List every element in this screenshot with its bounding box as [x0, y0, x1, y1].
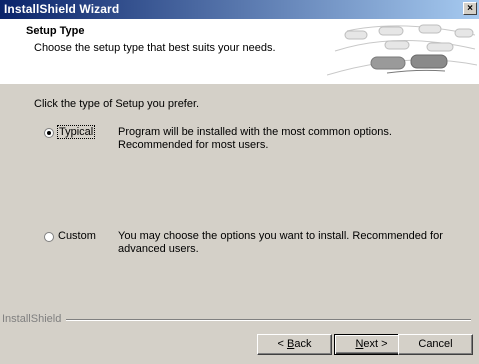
back-rest: ack: [294, 338, 312, 350]
copier-panel-illustration-icon: [327, 24, 477, 76]
page-subtitle: Choose the setup type that best suits yo…: [34, 42, 276, 54]
custom-label[interactable]: Custom: [58, 230, 96, 242]
page-title: Setup Type: [26, 25, 85, 37]
close-icon: ×: [467, 3, 473, 14]
instruction-text: Click the type of Setup you prefer.: [34, 98, 200, 110]
close-button[interactable]: ×: [463, 2, 477, 15]
typical-radio-button[interactable]: [44, 128, 54, 138]
wizard-header: Setup Type Choose the setup type that be…: [0, 19, 479, 84]
footer-divider: [66, 319, 471, 321]
installshield-brand-text: InstallShield: [2, 313, 62, 325]
title-bar[interactable]: InstallShield Wizard ×: [0, 0, 479, 19]
cancel-button[interactable]: Cancel: [398, 334, 473, 355]
custom-description: You may choose the options you want to i…: [118, 230, 443, 255]
custom-radio-button[interactable]: [44, 232, 54, 242]
back-button[interactable]: < Back: [257, 334, 332, 355]
typical-description: Program will be installed with the most …: [118, 126, 392, 151]
back-prefix: <: [277, 338, 287, 350]
window-title: InstallShield Wizard: [4, 2, 120, 16]
installshield-branding: InstallShield: [0, 313, 479, 325]
next-rest: ext >: [363, 338, 388, 350]
header-divider: [0, 83, 479, 84]
installshield-wizard-window: InstallShield Wizard × Setup Type Choose…: [0, 0, 479, 364]
typical-label[interactable]: Typical: [56, 125, 96, 139]
